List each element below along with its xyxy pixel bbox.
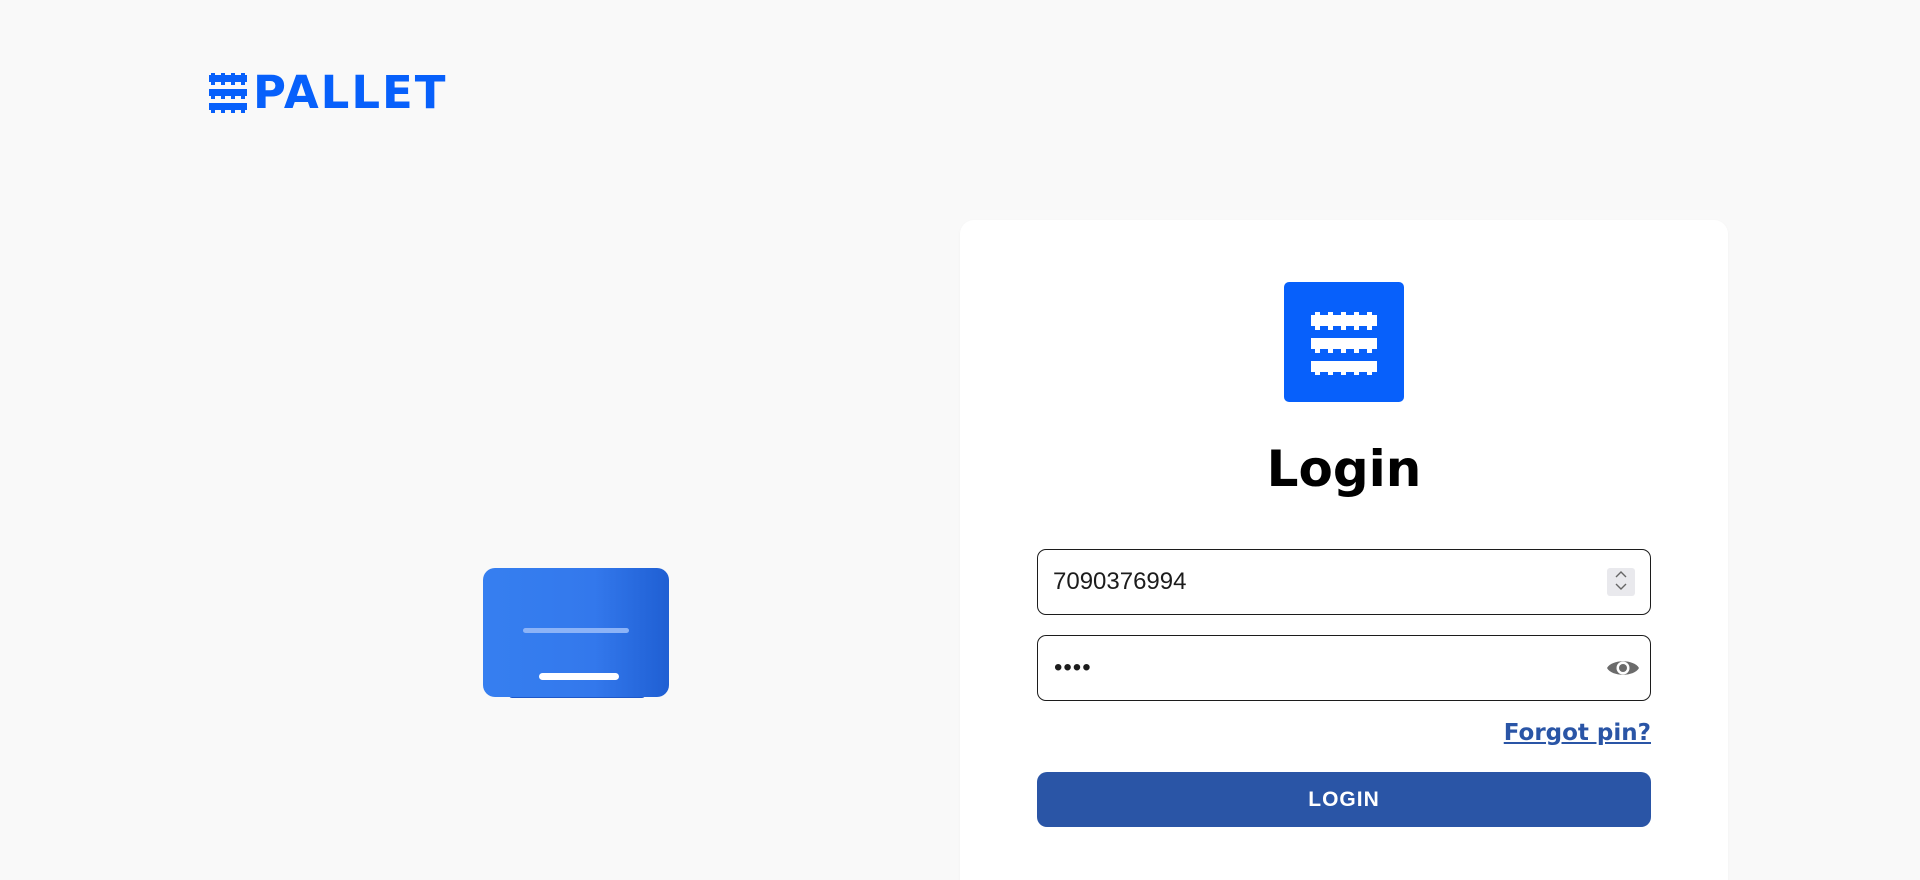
login-page: PALLET Login 7090376994 •••• Forgot pin?… [0,0,1920,880]
pin-input[interactable]: •••• [1054,656,1092,680]
pallet-logo-icon [209,73,247,113]
eye-icon[interactable] [1606,653,1640,683]
pin-field[interactable]: •••• [1037,635,1651,701]
number-stepper-icon[interactable] [1607,568,1635,596]
brand-logo[interactable]: PALLET [209,66,448,119]
login-card: Login •••• Fo [960,220,1728,880]
brand-name: PALLET [253,66,448,119]
chevron-up-icon[interactable] [1615,569,1627,582]
pallet-icon [1284,282,1404,402]
forgot-pin-link[interactable]: Forgot pin? [1504,720,1651,746]
phone-number-input[interactable] [1053,550,1573,614]
phone-number-field[interactable] [1037,549,1651,615]
payment-card-illustration [483,568,669,698]
page-title: Login [1266,440,1422,498]
pallet-stack-icon [1311,312,1377,375]
login-button[interactable]: LOGIN [1037,772,1651,827]
chevron-down-icon[interactable] [1615,582,1627,595]
